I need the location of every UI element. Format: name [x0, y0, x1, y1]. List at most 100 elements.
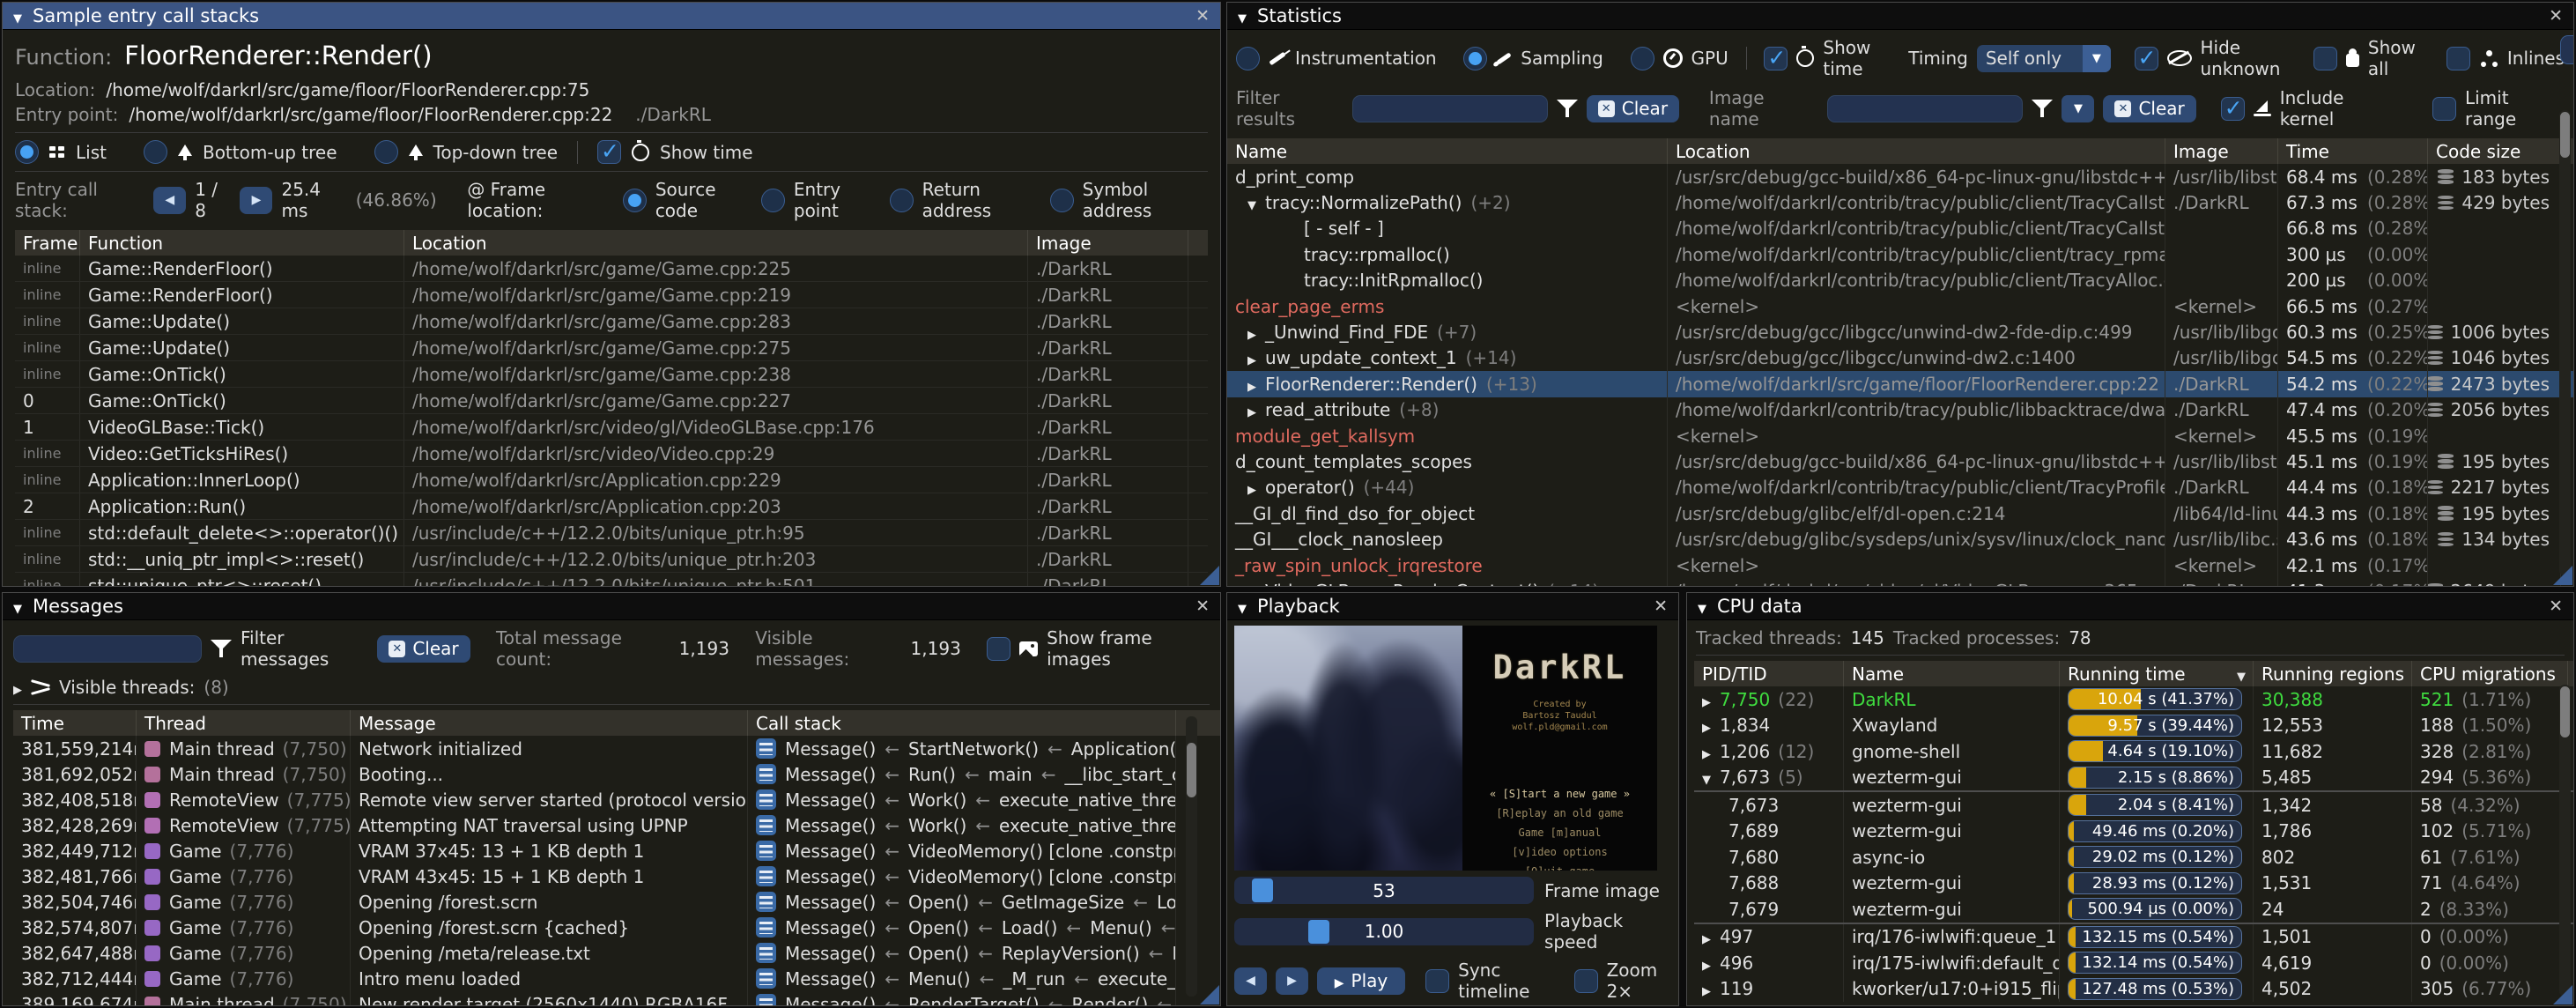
- zoom-2x-checkbox[interactable]: [1574, 969, 1598, 993]
- column-header[interactable]: Time: [13, 710, 137, 736]
- tree-toggle-icon[interactable]: [1247, 322, 1256, 343]
- clear-messages-filter-button[interactable]: Clear: [377, 635, 470, 663]
- call-stack-icon[interactable]: [756, 815, 776, 835]
- table-row[interactable]: inlineGame::RenderFloor()/home/wolf/dark…: [15, 256, 1208, 282]
- table-row[interactable]: 7,688wezterm-gui28.93 ms (0.12%)1,53171(…: [1694, 871, 2573, 897]
- resize-grip[interactable]: [2553, 566, 2572, 585]
- table-row[interactable]: tracy::rpmalloc()/home/wolf/darkrl/contr…: [1227, 241, 2573, 267]
- tree-toggle-icon[interactable]: [1247, 581, 1256, 587]
- resize-grip[interactable]: [1200, 985, 1219, 1004]
- table-row[interactable]: inlineGame::Update()/home/wolf/darkrl/sr…: [15, 335, 1208, 361]
- column-header[interactable]: Thread: [137, 710, 351, 736]
- table-row[interactable]: uw_update_context_1(+14)/usr/src/debug/g…: [1227, 345, 2573, 371]
- column-header[interactable]: Name: [1227, 138, 1668, 164]
- playback-speed-slider[interactable]: 1.00: [1234, 918, 1534, 945]
- close-icon[interactable]: [2549, 597, 2563, 616]
- radio-top-down-tree[interactable]: [374, 140, 398, 164]
- column-header[interactable]: Image: [1028, 230, 1188, 256]
- table-row[interactable]: 7,680async-io29.02 ms (0.12%)80261(7.61%…: [1694, 844, 2573, 871]
- table-row[interactable]: 1VideoGLBase::Tick()/home/wolf/darkrl/sr…: [15, 414, 1208, 441]
- collapse-icon[interactable]: [1238, 596, 1247, 617]
- table-row[interactable]: 7,679wezterm-gui500.94 µs (0.00%)242(8.3…: [1694, 896, 2573, 924]
- column-header[interactable]: PID/TID: [1694, 661, 1844, 686]
- tree-toggle-icon[interactable]: [1702, 926, 1711, 947]
- table-row[interactable]: tracy::InitRpmalloc()/home/wolf/darkrl/c…: [1227, 268, 2573, 293]
- table-row[interactable]: inlineGame::Update()/home/wolf/darkrl/sr…: [15, 308, 1208, 335]
- scrollbar[interactable]: [1186, 716, 1197, 997]
- close-icon[interactable]: [2549, 6, 2563, 26]
- column-header[interactable]: Location: [404, 230, 1028, 256]
- column-header[interactable]: Call stack: [748, 710, 1176, 736]
- radio-gpu[interactable]: [1631, 47, 1654, 70]
- table-row[interactable]: FloorRenderer::Render()(+13)/home/wolf/d…: [1227, 371, 2573, 397]
- table-row[interactable]: d_print_comp/usr/src/debug/gcc-build/x86…: [1227, 164, 2573, 189]
- table-row[interactable]: d_count_templates_scopes/usr/src/debug/g…: [1227, 448, 2573, 474]
- tree-toggle-icon[interactable]: [1247, 399, 1256, 420]
- scrollbar[interactable]: [2559, 110, 2571, 575]
- table-row[interactable]: _Unwind_Find_FDE(+7)/usr/src/debug/gcc/l…: [1227, 319, 2573, 345]
- call-stack-icon[interactable]: [756, 917, 776, 938]
- call-stack-icon[interactable]: [756, 892, 776, 912]
- scrollbar-thumb[interactable]: [1187, 743, 1196, 797]
- column-header[interactable]: Time: [2278, 138, 2428, 164]
- collapse-icon[interactable]: [13, 596, 22, 617]
- funnel-icon[interactable]: [211, 639, 232, 658]
- tree-toggle-icon[interactable]: [1247, 192, 1256, 213]
- table-row[interactable]: operator()(+44)/home/wolf/darkrl/contrib…: [1227, 475, 2573, 500]
- table-row[interactable]: inlinestd::__uniq_ptr_impl<>::reset()/us…: [15, 546, 1208, 573]
- frame-location-radio[interactable]: [761, 189, 785, 212]
- radio-sampling[interactable]: [1463, 47, 1487, 70]
- call-stack-icon[interactable]: [756, 943, 776, 963]
- prev-stack-button[interactable]: [153, 187, 186, 214]
- limit-range-checkbox[interactable]: [2432, 97, 2456, 121]
- table-row[interactable]: 382,574,807nsGame(7,776)Opening /forest.…: [13, 915, 1220, 940]
- column-header[interactable]: Running time: [2060, 661, 2254, 686]
- frame-location-radio[interactable]: [1050, 189, 1074, 212]
- frame-image-slider[interactable]: 53: [1234, 877, 1534, 904]
- call-stack-icon[interactable]: [756, 764, 776, 784]
- column-header[interactable]: Running regions: [2254, 661, 2412, 686]
- table-row[interactable]: 382,428,269nsRemoteView(7,775)Attempting…: [13, 812, 1220, 838]
- clear-filter-button[interactable]: Clear: [1587, 95, 1679, 122]
- table-row[interactable]: 7,750(22)DarkRL10.04 s (41.37%)30,388521…: [1694, 686, 2573, 713]
- frame-location-radio[interactable]: [623, 189, 647, 212]
- radio-bottom-up-tree[interactable]: [144, 140, 167, 164]
- expand-icon[interactable]: [13, 677, 22, 698]
- table-row[interactable]: 382,712,444nsGame(7,776)Intro menu loade…: [13, 966, 1220, 991]
- hide-unknown-checkbox[interactable]: [2135, 47, 2158, 70]
- tree-toggle-icon[interactable]: [1247, 374, 1256, 395]
- radio-instrumentation[interactable]: [1236, 47, 1260, 70]
- table-row[interactable]: 1,834Xwayland9.57 s (39.44%)12,553188(1.…: [1694, 713, 2573, 739]
- table-row[interactable]: inlineGame::RenderFloor()/home/wolf/dark…: [15, 282, 1208, 308]
- column-header[interactable]: Function: [80, 230, 404, 256]
- table-row[interactable]: read_attribute(+8)/home/wolf/darkrl/cont…: [1227, 397, 2573, 423]
- column-header[interactable]: Frame: [15, 230, 80, 256]
- tree-toggle-icon[interactable]: [1702, 689, 1711, 710]
- prev-frame-button[interactable]: [1234, 967, 1267, 995]
- table-row[interactable]: 7,673(5)wezterm-gui2.15 s (8.86%)5,48529…: [1694, 765, 2573, 793]
- play-button[interactable]: Play: [1317, 967, 1405, 995]
- table-row[interactable]: [ - self - ]/home/wolf/darkrl/contrib/tr…: [1227, 216, 2573, 241]
- table-row[interactable]: inlineVideo::GetTicksHiRes()/home/wolf/d…: [15, 441, 1208, 467]
- table-row[interactable]: 382,408,518nsRemoteView(7,775)Remote vie…: [13, 787, 1220, 812]
- call-stack-icon[interactable]: [756, 866, 776, 886]
- show-all-checkbox[interactable]: [2313, 47, 2337, 70]
- table-row[interactable]: 119kworker/u17:0+i915_flip127.48 ms (0.5…: [1694, 976, 2573, 1003]
- column-header[interactable]: CPU migrations: [2412, 661, 2568, 686]
- scrollbar[interactable]: [2559, 685, 2571, 997]
- scrollbar-thumb[interactable]: [2560, 686, 2570, 737]
- table-row[interactable]: __GI_dl_find_dso_for_object/usr/src/debu…: [1227, 500, 2573, 526]
- resize-grip[interactable]: [2553, 985, 2572, 1004]
- call-stack-icon[interactable]: [756, 968, 776, 989]
- tree-toggle-icon[interactable]: [1247, 477, 1256, 498]
- image-filter-dropdown[interactable]: [2062, 95, 2094, 122]
- table-row[interactable]: 382,504,746nsGame(7,776)Opening /forest.…: [13, 889, 1220, 915]
- funnel-icon[interactable]: [1557, 99, 1578, 118]
- table-row[interactable]: 382,481,766nsGame(7,776)VRAM 43x45: 15 +…: [13, 863, 1220, 889]
- table-row[interactable]: inlinestd::unique_ptr<>::reset()/usr/inc…: [15, 573, 1208, 587]
- column-header[interactable]: Code size: [2428, 138, 2561, 164]
- table-row[interactable]: 497irq/176-iwlwifi:queue_1132.15 ms (0.5…: [1694, 924, 2573, 951]
- call-stack-icon[interactable]: [756, 994, 776, 1006]
- column-header[interactable]: Image: [2165, 138, 2278, 164]
- table-row[interactable]: 496irq/175-iwlwifi:default_qu132.14 ms (…: [1694, 950, 2573, 976]
